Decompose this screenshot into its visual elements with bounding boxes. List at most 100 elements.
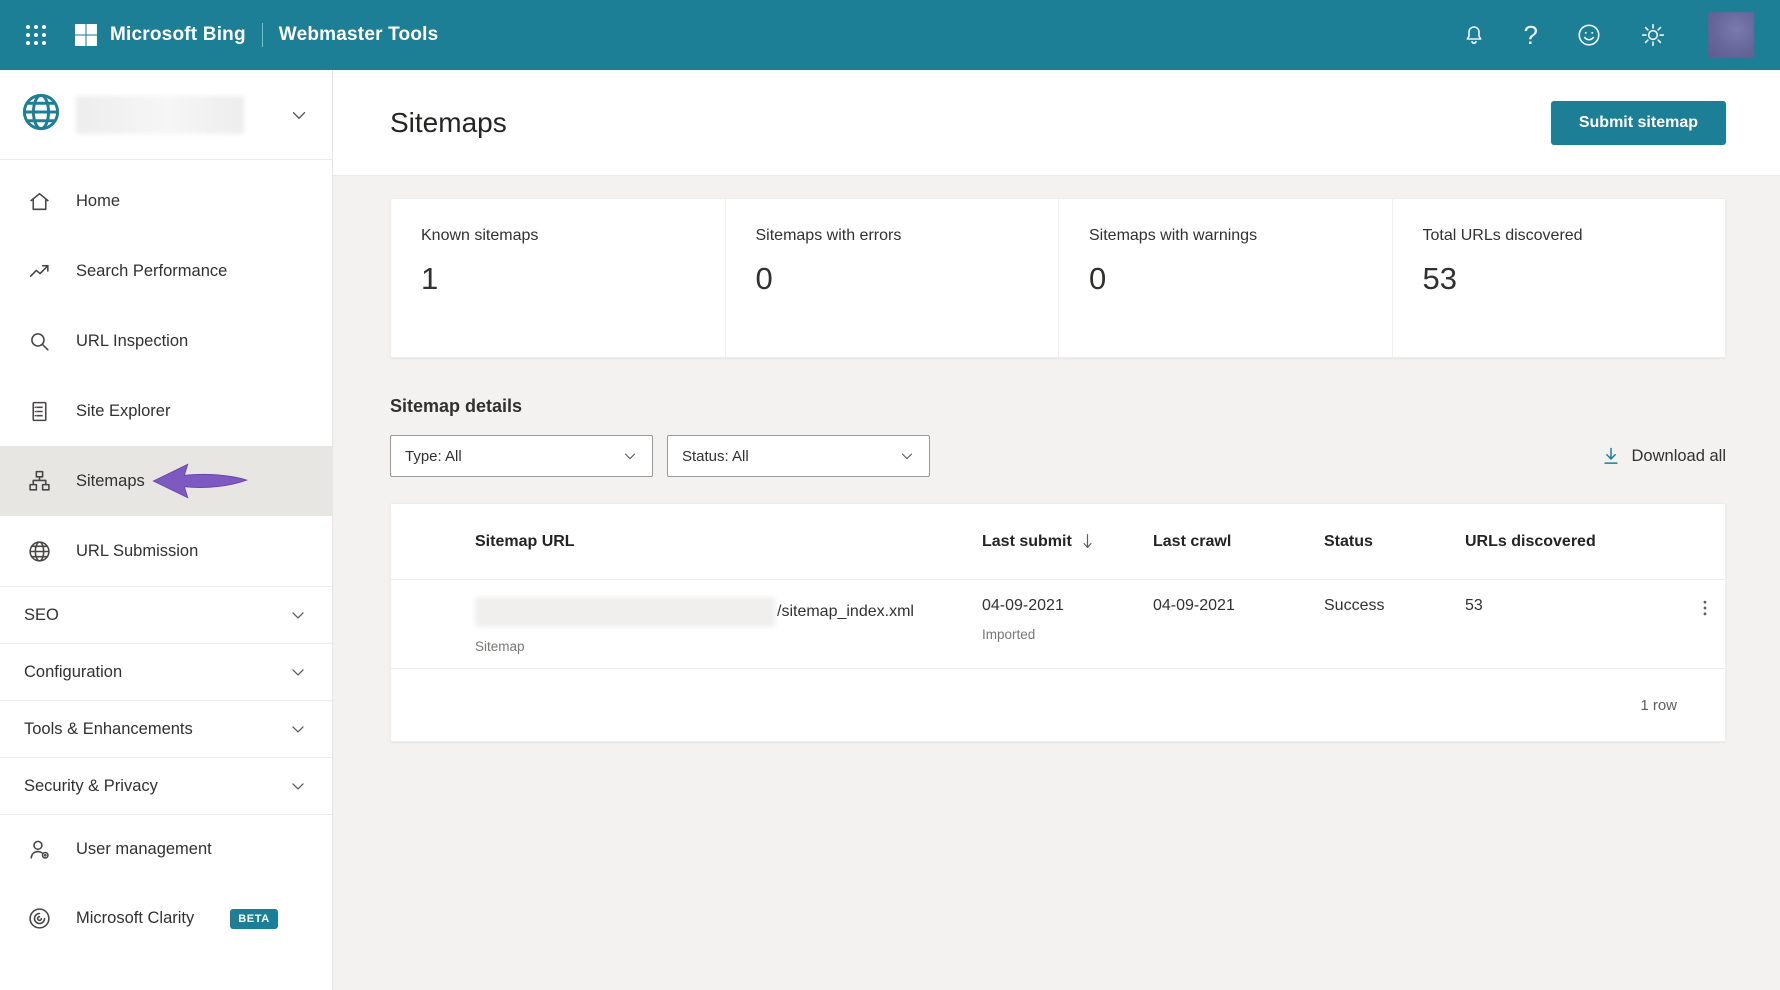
page-title: Sitemaps (390, 106, 507, 138)
sidebar-item-sitemaps[interactable]: Sitemaps (0, 446, 332, 516)
brand-divider (261, 23, 263, 47)
stat-known-sitemaps: Known sitemaps 1 (391, 199, 725, 357)
user-icon (26, 837, 52, 862)
sidebar-item-site-explorer[interactable]: Site Explorer (0, 376, 332, 446)
chevron-down-icon (292, 726, 304, 733)
sidebar-item-search-performance[interactable]: Search Performance (0, 236, 332, 306)
sitemaps-table: Sitemap URL Last submit Last crawl Statu… (390, 503, 1726, 742)
sidebar-group-label: Configuration (24, 662, 123, 681)
chevron-down-icon (288, 104, 310, 126)
page-header: Sitemaps Submit sitemap (333, 70, 1780, 176)
url-path: /sitemap_index.xml (777, 603, 914, 620)
sidebar-group-label: Security & Privacy (24, 776, 158, 795)
download-all-label: Download all (1631, 446, 1726, 465)
chevron-down-icon (624, 453, 636, 460)
annotation-arrow (152, 462, 249, 500)
clarity-icon (26, 906, 52, 931)
table-row[interactable]: /sitemap_index.xml Sitemap 04-09-2021 Im… (391, 580, 1725, 669)
sidebar-item-label: Search Performance (76, 261, 228, 280)
stat-value: 1 (421, 261, 439, 296)
download-icon (1603, 447, 1618, 464)
column-urls-discovered[interactable]: URLs discovered (1465, 533, 1695, 551)
table-header-row: Sitemap URL Last submit Last crawl Statu… (391, 504, 1725, 580)
sidebar-group-configuration[interactable]: Configuration (0, 643, 332, 700)
cell-last-crawl: 04-09-2021 (1153, 597, 1235, 614)
main-content: Sitemaps Submit sitemap Known sitemaps 1… (333, 70, 1780, 990)
globe-icon (26, 539, 52, 564)
chevron-down-icon (292, 669, 304, 676)
user-avatar[interactable] (1708, 12, 1754, 58)
submit-note: Imported (982, 627, 1036, 642)
home-icon (26, 189, 52, 214)
settings-gear-icon[interactable] (1640, 22, 1666, 48)
stat-value: 0 (1089, 261, 1107, 296)
stat-label: Total URLs discovered (1422, 227, 1583, 244)
sidebar-item-label: Microsoft Clarity (76, 909, 195, 927)
stat-sitemaps-with-warnings: Sitemaps with warnings 0 (1058, 199, 1392, 357)
stat-label: Sitemaps with warnings (1089, 227, 1258, 244)
type-filter-value: Type: All (405, 447, 462, 465)
sidebar-item-label: Home (76, 191, 121, 210)
chevron-down-icon (292, 612, 304, 619)
section-heading: Sitemap details (390, 396, 523, 416)
status-value: Success (1324, 597, 1385, 614)
site-name-redacted (76, 95, 244, 134)
cell-urls-discovered: 53 (1465, 597, 1483, 614)
app-launcher-waffle-icon[interactable] (24, 23, 48, 47)
feedback-smiley-icon[interactable] (1576, 22, 1602, 48)
url-redacted (475, 597, 775, 627)
sidebar-item-user-management[interactable]: User management (0, 815, 332, 884)
top-app-bar: Microsoft Bing Webmaster Tools ? (0, 0, 1780, 70)
sidebar-group-tools-enhancements[interactable]: Tools & Enhancements (0, 700, 332, 757)
sidebar-item-label: URL Inspection (76, 331, 189, 350)
status-filter-dropdown[interactable]: Status: All (667, 435, 930, 477)
cell-status: Success (1324, 597, 1465, 615)
type-filter-dropdown[interactable]: Type: All (390, 435, 653, 477)
site-selector[interactable] (0, 70, 332, 160)
cell-sitemap-url: /sitemap_index.xml Sitemap (475, 597, 982, 654)
column-sitemap-url[interactable]: Sitemap URL (475, 533, 982, 551)
beta-badge: BETA (230, 908, 278, 929)
row-count: 1 row (1640, 696, 1677, 714)
stat-sitemaps-with-errors: Sitemaps with errors 0 (724, 199, 1059, 357)
stat-value: 53 (1422, 261, 1457, 296)
site-globe-icon (20, 91, 62, 138)
sidebar-item-label: User management (76, 840, 212, 858)
filter-bar: Type: All Status: All Download all (390, 435, 1726, 477)
cell-last-submit: 04-09-2021 Imported (982, 597, 1153, 642)
status-filter-value: Status: All (682, 447, 749, 465)
notifications-bell-icon[interactable] (1462, 23, 1486, 47)
sidebar-item-label: Site Explorer (76, 401, 171, 420)
product-name[interactable]: Webmaster Tools (279, 24, 439, 46)
column-last-crawl[interactable]: Last crawl (1153, 533, 1324, 551)
stat-value: 0 (755, 261, 773, 296)
download-all-button[interactable]: Download all (1601, 446, 1726, 466)
sidebar-item-microsoft-clarity[interactable]: Microsoft Clarity BETA (0, 884, 332, 953)
column-last-submit[interactable]: Last submit (982, 533, 1153, 551)
sidebar-item-label: URL Submission (76, 541, 199, 560)
sidebar-group-security-privacy[interactable]: Security & Privacy (0, 757, 332, 814)
sidebar-group-label: SEO (24, 605, 59, 624)
stat-total-urls-discovered: Total URLs discovered 53 (1391, 199, 1726, 357)
row-menu-kebab-icon[interactable] (1695, 597, 1715, 624)
sidebar-item-home[interactable]: Home (0, 166, 332, 236)
stat-label: Sitemaps with errors (755, 227, 902, 244)
sidebar-item-label: Sitemaps (76, 471, 145, 490)
column-status[interactable]: Status (1324, 533, 1465, 551)
trending-up-icon (26, 259, 52, 284)
sidebar-group-label: Tools & Enhancements (24, 719, 193, 738)
chevron-down-icon (292, 783, 304, 790)
help-icon[interactable]: ? (1524, 22, 1538, 48)
microsoft-logo-icon (74, 23, 98, 47)
sitemap-icon (26, 469, 52, 494)
magnifier-icon (26, 329, 52, 354)
brand-name[interactable]: Microsoft Bing (110, 24, 246, 46)
submit-sitemap-button[interactable]: Submit sitemap (1550, 100, 1726, 145)
sort-descending-icon (1083, 534, 1092, 549)
table-footer: 1 row (391, 669, 1725, 741)
sidebar-item-url-inspection[interactable]: URL Inspection (0, 306, 332, 376)
sidebar-group-seo[interactable]: SEO (0, 586, 332, 643)
document-icon (26, 399, 52, 424)
stat-label: Known sitemaps (421, 227, 539, 244)
sidebar-item-url-submission[interactable]: URL Submission (0, 516, 332, 586)
